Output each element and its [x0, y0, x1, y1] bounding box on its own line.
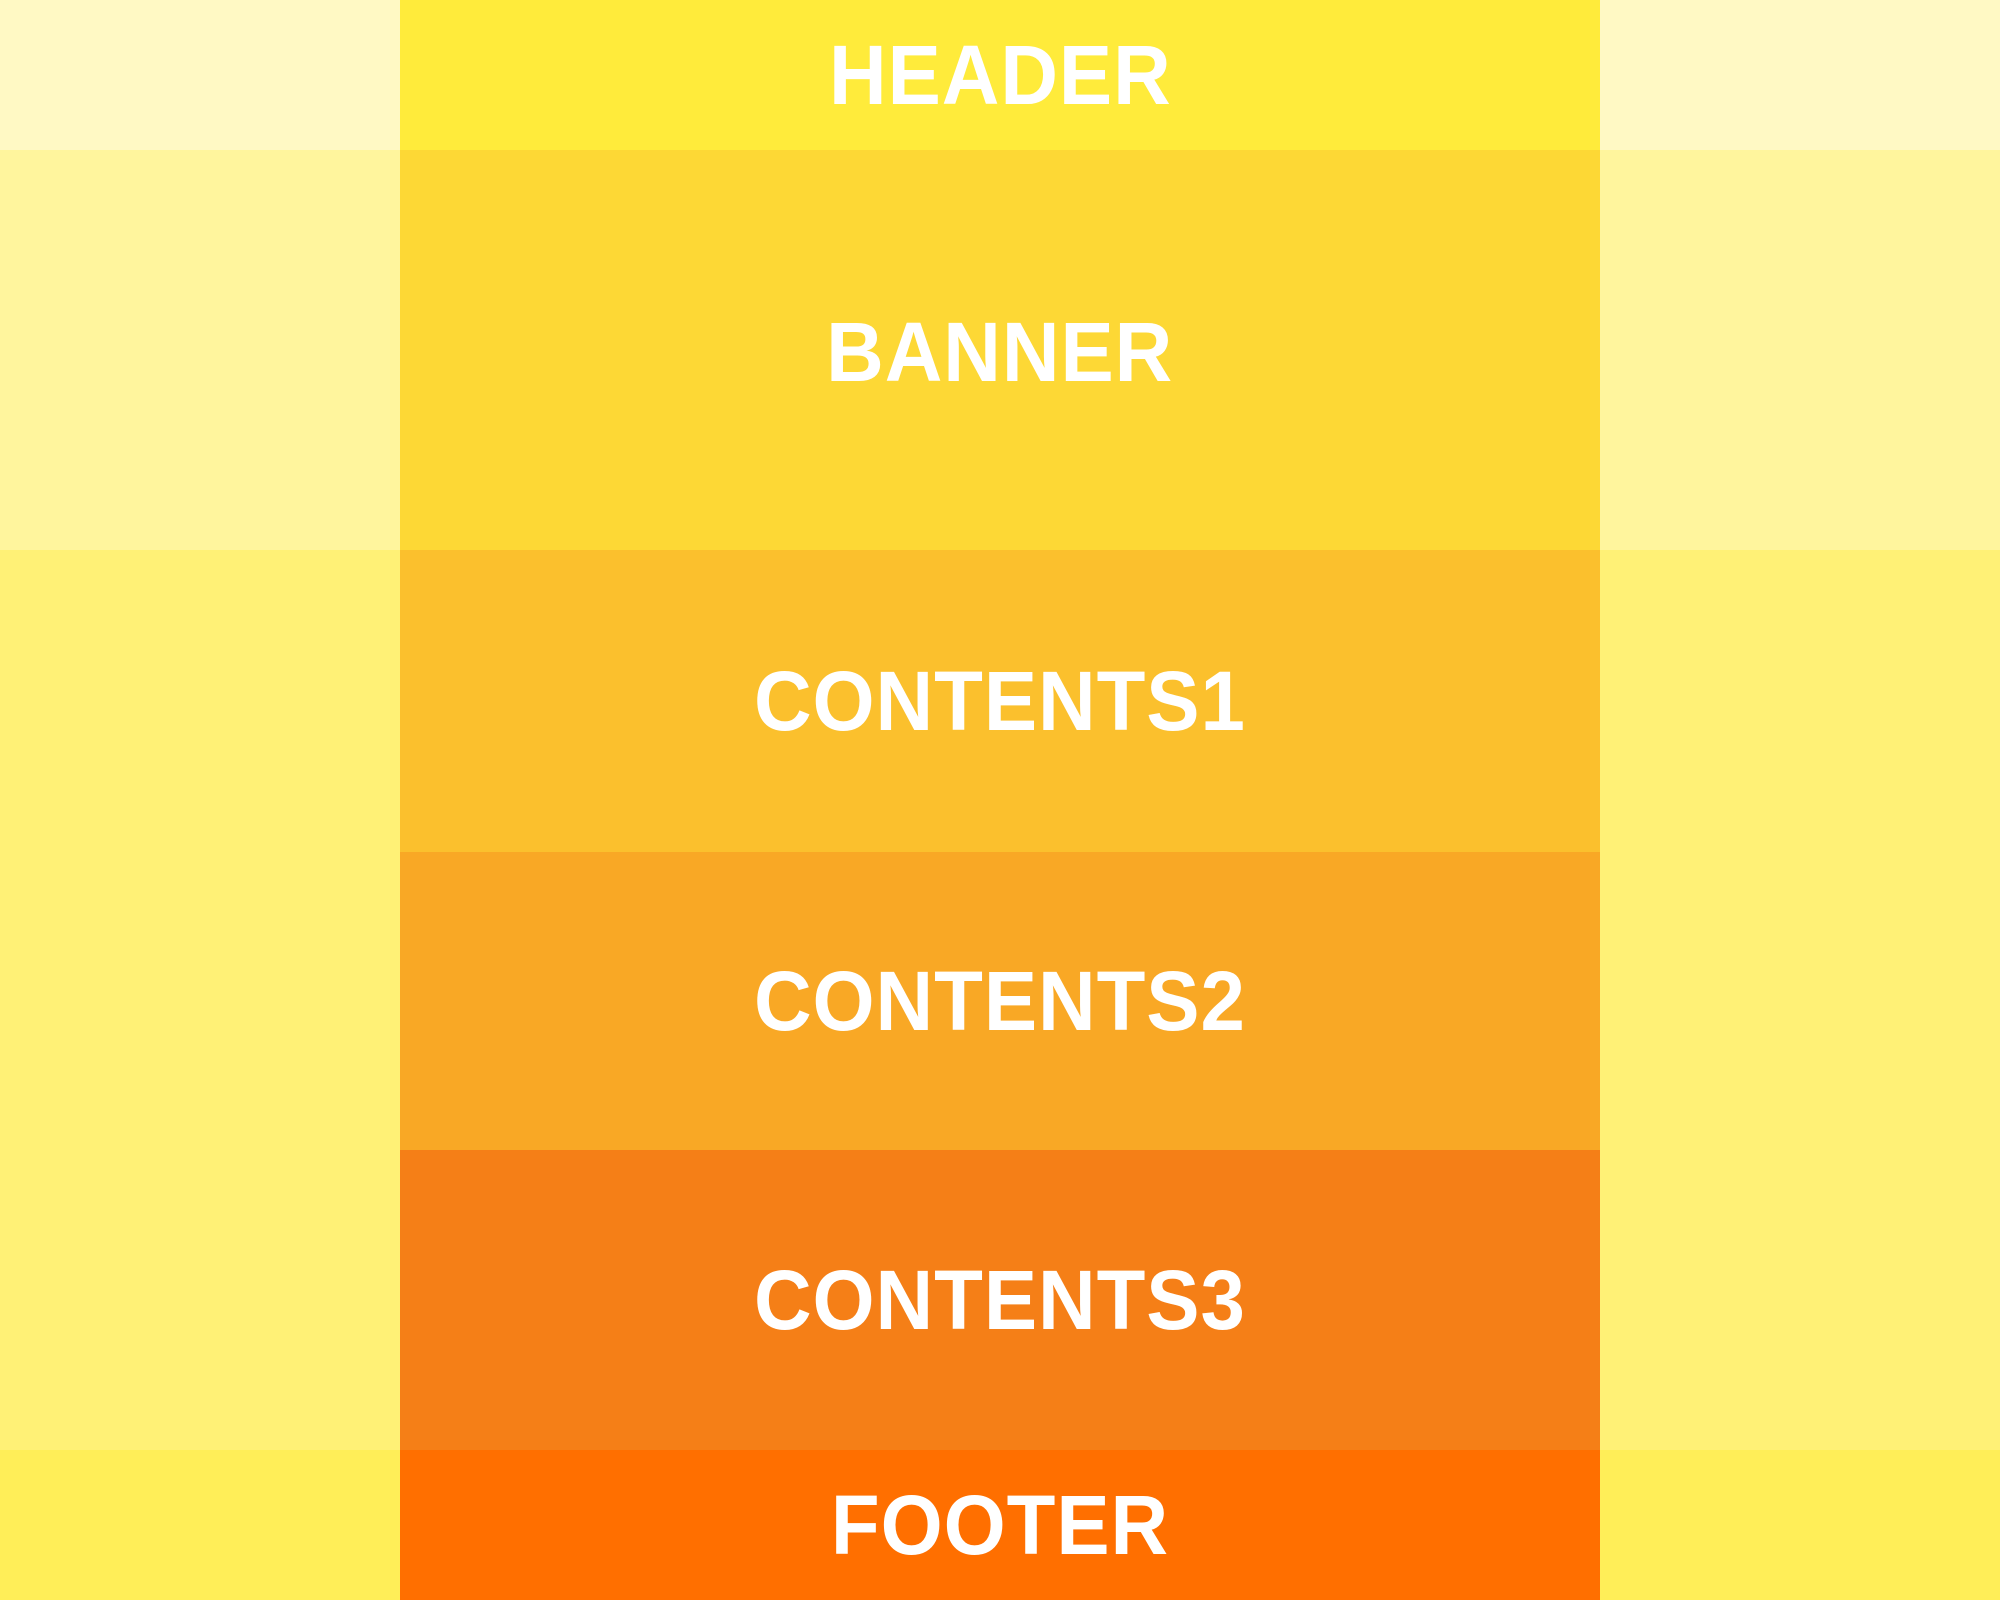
contents1-section: CONTENTS1: [400, 550, 1600, 852]
left-side-footer-row: [0, 1450, 400, 1600]
right-side-header-row: [1600, 0, 2000, 150]
header-section: HEADER: [400, 0, 1600, 150]
banner-section: BANNER: [400, 150, 1600, 550]
contents1-label: CONTENTS1: [754, 654, 1246, 748]
contents3-label: CONTENTS3: [754, 1253, 1246, 1347]
header-label: HEADER: [828, 28, 1172, 122]
contents3-section: CONTENTS3: [400, 1150, 1600, 1450]
right-side-footer-row: [1600, 1450, 2000, 1600]
contents2-section: CONTENTS2: [400, 852, 1600, 1150]
contents2-label: CONTENTS2: [754, 954, 1246, 1048]
footer-label: FOOTER: [830, 1478, 1170, 1572]
layout-diagram: HEADER BANNER CONTENTS1 CONTENTS2 CONTEN…: [0, 0, 2000, 1600]
banner-label: BANNER: [826, 305, 1174, 399]
left-side-banner-row: [0, 150, 400, 550]
left-side-contents-rows: [0, 550, 400, 1450]
footer-section: FOOTER: [400, 1450, 1600, 1600]
right-side-banner-row: [1600, 150, 2000, 550]
right-side-contents-rows: [1600, 550, 2000, 1450]
left-side-header-row: [0, 0, 400, 150]
